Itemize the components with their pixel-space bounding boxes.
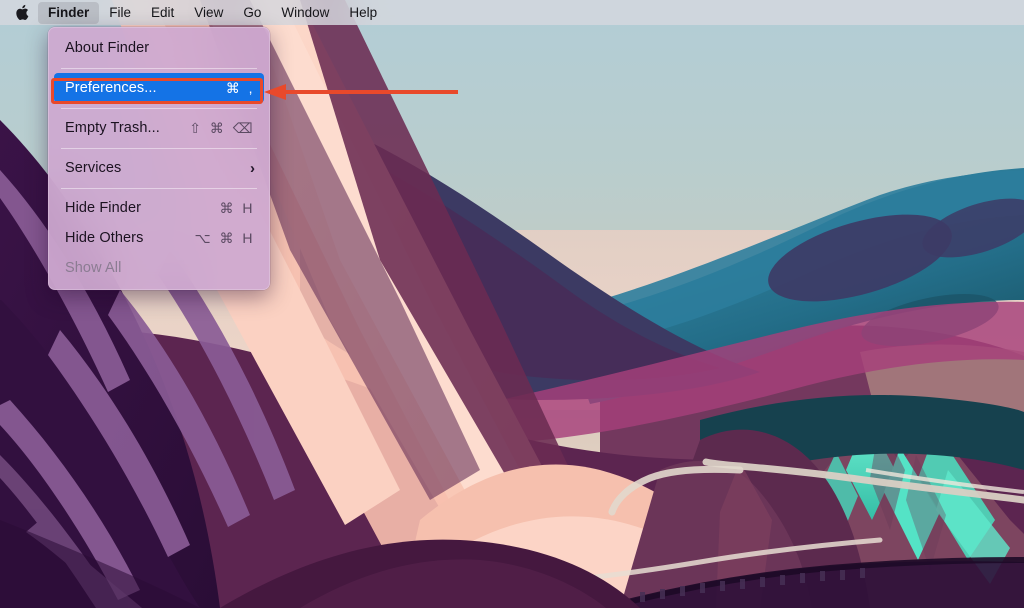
menubar-item-help[interactable]: Help	[339, 2, 387, 24]
menubar-item-window[interactable]: Window	[271, 2, 339, 24]
menu-item-hide-finder[interactable]: Hide Finder ⌘ H	[54, 193, 264, 223]
menu-item-label: Preferences...	[65, 80, 157, 96]
menu-separator	[61, 68, 257, 69]
menu-item-label: Show All	[65, 260, 122, 276]
menu-item-services[interactable]: Services ›	[54, 153, 264, 183]
menubar-item-view[interactable]: View	[184, 2, 233, 24]
menu-item-preferences[interactable]: Preferences... ⌘ ,	[54, 73, 264, 103]
menu-item-shortcut: ⇧ ⌘ ⌫	[189, 119, 255, 136]
apple-logo-icon[interactable]	[10, 0, 34, 25]
menu-item-label: About Finder	[65, 40, 150, 56]
menu-item-shortcut: ⌘ H	[219, 199, 255, 216]
menu-separator	[61, 108, 257, 109]
menubar-item-file[interactable]: File	[99, 2, 141, 24]
menu-item-label: Hide Others	[65, 230, 144, 246]
menu-item-shortcut: ⌥ ⌘ H	[194, 229, 255, 246]
menu-item-label: Empty Trash...	[65, 120, 160, 136]
menubar-item-go[interactable]: Go	[233, 2, 271, 24]
desktop-screen: Finder File Edit View Go Window Help Abo…	[0, 0, 1024, 608]
chevron-right-icon: ›	[250, 159, 255, 177]
menu-item-shortcut: ⌘ ,	[225, 79, 255, 96]
menu-item-label: Services	[65, 160, 122, 176]
finder-menu-dropdown[interactable]: About Finder Preferences... ⌘ , Empty Tr…	[48, 27, 270, 290]
menu-item-empty-trash[interactable]: Empty Trash... ⇧ ⌘ ⌫	[54, 113, 264, 143]
menu-item-label: Hide Finder	[65, 200, 142, 216]
menubar-item-finder[interactable]: Finder	[38, 1, 100, 24]
menu-item-about-finder[interactable]: About Finder	[54, 33, 264, 63]
menubar-item-edit[interactable]: Edit	[141, 2, 184, 24]
menu-item-show-all: Show All	[54, 253, 264, 283]
menu-separator	[61, 188, 257, 189]
menu-bar[interactable]: Finder File Edit View Go Window Help	[0, 0, 1024, 25]
menu-item-hide-others[interactable]: Hide Others ⌥ ⌘ H	[54, 223, 264, 253]
menu-separator	[61, 148, 257, 149]
